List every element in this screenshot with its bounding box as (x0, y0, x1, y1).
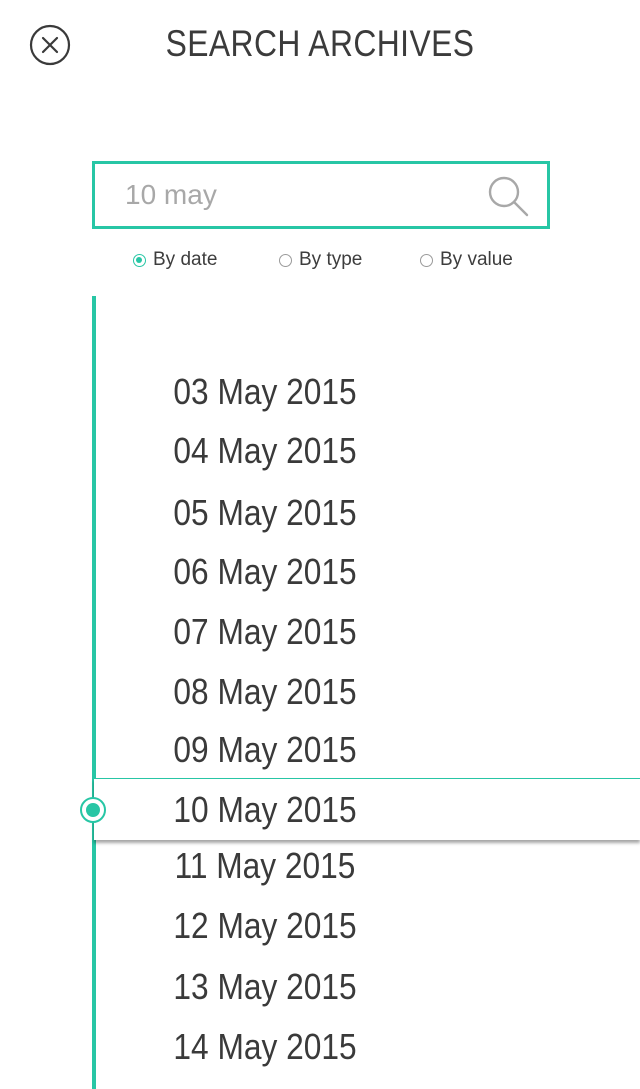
date-item[interactable]: 05 May 2015 (32, 491, 498, 535)
date-item[interactable]: 09 May 2015 (32, 728, 498, 772)
search-input[interactable] (95, 164, 475, 226)
filter-label: By value (440, 249, 513, 270)
date-item[interactable]: 06 May 2015 (32, 550, 498, 594)
filter-by-value-radio[interactable]: By value (420, 249, 513, 271)
date-item[interactable]: 08 May 2015 (32, 670, 498, 714)
radio-dot-icon (420, 253, 433, 267)
date-item[interactable]: 11 May 2015 (32, 844, 498, 888)
filter-label: By date (153, 249, 218, 270)
filter-label: By type (299, 249, 363, 270)
radio-dot-icon (279, 253, 292, 267)
date-item-selected[interactable]: 10 May 2015 (32, 788, 498, 832)
date-item[interactable]: 07 May 2015 (32, 610, 498, 654)
date-item[interactable]: 12 May 2015 (32, 904, 498, 948)
date-item[interactable]: 04 May 2015 (32, 429, 498, 473)
date-item[interactable]: 14 May 2015 (32, 1025, 498, 1069)
page-title: SEARCH ARCHIVES (165, 23, 475, 64)
search-filter-group: By date By type By value (0, 249, 640, 277)
date-item[interactable]: 03 May 2015 (32, 370, 498, 414)
radio-dot-icon (133, 253, 146, 267)
date-item[interactable]: 13 May 2015 (32, 965, 498, 1009)
search-icon (488, 176, 529, 217)
search-button[interactable] (487, 175, 531, 219)
search-box (92, 161, 550, 229)
filter-by-type-radio[interactable]: By type (279, 249, 362, 271)
filter-by-date-radio[interactable]: By date (133, 249, 217, 271)
